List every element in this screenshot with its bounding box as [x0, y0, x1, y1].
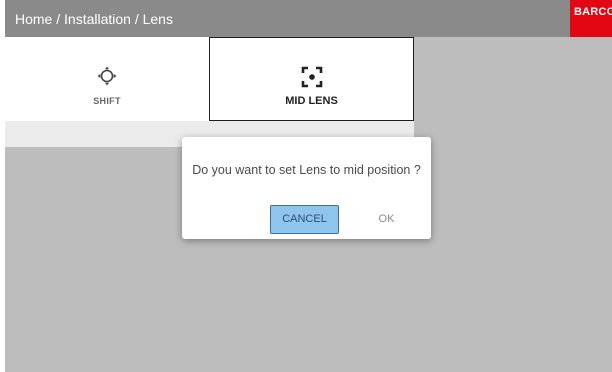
lens-tiles: SHIFT MID LENS	[5, 37, 414, 121]
tile-mid-lens[interactable]: MID LENS	[209, 37, 414, 121]
confirm-dialog: Do you want to set Lens to mid position …	[182, 137, 431, 239]
mid-lens-icon	[301, 66, 322, 88]
tile-shift[interactable]: SHIFT	[5, 37, 209, 121]
tile-mid-lens-label: MID LENS	[285, 95, 338, 107]
tile-shift-label: SHIFT	[93, 96, 121, 106]
header-bar: Home / Installation / Lens BARCO	[5, 0, 612, 37]
barco-logo: BARCO	[570, 0, 612, 37]
dialog-message: Do you want to set Lens to mid position …	[192, 163, 421, 177]
shift-icon	[97, 66, 117, 86]
cancel-button[interactable]: CANCEL	[270, 205, 339, 234]
ok-button[interactable]: OK	[357, 205, 416, 234]
breadcrumb[interactable]: Home / Installation / Lens	[15, 11, 173, 27]
